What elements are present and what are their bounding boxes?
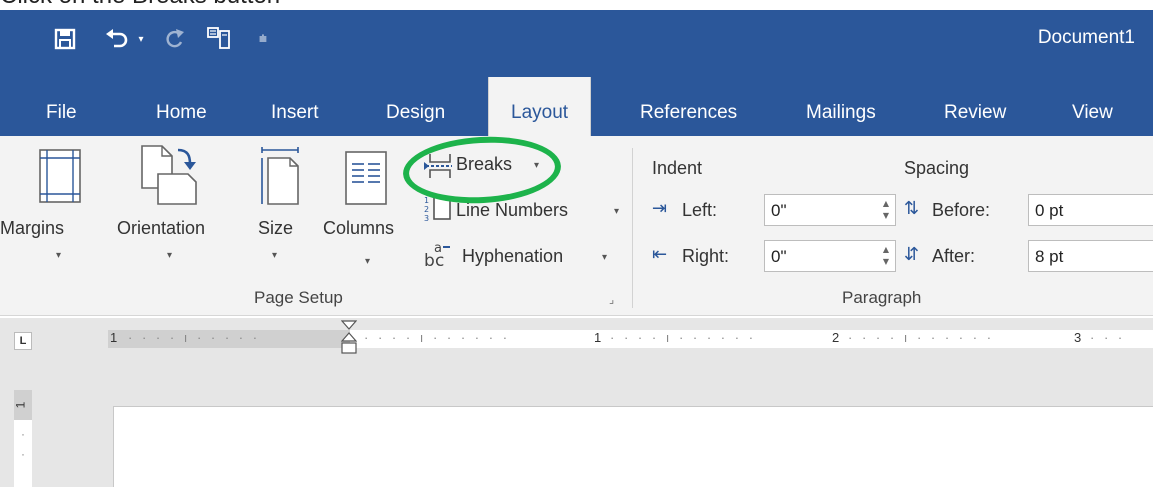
spacing-after-input[interactable]: 8 pt: [1028, 240, 1153, 272]
ruler-ticks: · · · · ı · · · · · ·: [848, 330, 995, 345]
hyphenation-label: Hyphenation: [462, 246, 564, 266]
spacing-after-value: 8 pt: [1035, 247, 1064, 266]
tab-home[interactable]: Home: [156, 102, 207, 124]
svg-text:3: 3: [424, 214, 429, 222]
indent-marker-icon[interactable]: [341, 320, 357, 364]
ruler-ticks: · · · · ı · · · · · ·: [610, 330, 757, 345]
hyphenation-icon: b c a: [424, 241, 450, 268]
hyphenation-dropdown-icon: ▾: [602, 252, 608, 263]
horizontal-ruler: L 1 · · · · ı · · · · · · · · · ı · · · …: [0, 318, 1153, 370]
ribbon-tabs: File Home Insert Design Layout Reference…: [0, 70, 1153, 137]
redo-icon[interactable]: [162, 24, 188, 54]
instruction-text: Click on the Breaks button: [0, 0, 280, 10]
indent-right-spinner-icon[interactable]: ▲ ▼: [883, 244, 889, 268]
indent-left-label: Left:: [682, 200, 718, 220]
size-label: Size: [258, 218, 294, 238]
columns-icon: [345, 151, 387, 205]
spacing-before-value: 0 pt: [1035, 201, 1064, 220]
document-page[interactable]: [113, 406, 1153, 487]
undo-icon[interactable]: [104, 24, 130, 54]
title-bar: ▾ ⩧ Document1: [0, 10, 1153, 70]
tab-insert[interactable]: Insert: [271, 102, 319, 124]
spacing-heading: Spacing: [904, 158, 970, 178]
paragraph-group-label: Paragraph: [842, 288, 922, 307]
size-dropdown-icon: ▾: [272, 250, 278, 261]
ruler-number: 2: [832, 330, 840, 345]
orientation-icon: [141, 145, 197, 205]
spacing-before-label: Before:: [932, 200, 991, 220]
margins-icon: [39, 149, 81, 203]
ruler-ticks: · · ·: [1090, 330, 1126, 345]
indent-right-label: Right:: [682, 246, 730, 266]
tab-file[interactable]: File: [46, 102, 77, 124]
page-setup-group-label: Page Setup: [254, 288, 343, 307]
indent-left-icon: ⇥: [652, 198, 668, 219]
touch-mode-icon[interactable]: [206, 24, 234, 54]
vertical-ruler-ticks: · ·: [21, 427, 25, 461]
customize-qat-icon[interactable]: ⩧: [256, 24, 270, 54]
tab-selector[interactable]: L: [14, 332, 32, 350]
document-title: Document1: [1037, 27, 1135, 48]
size-icon: [261, 147, 299, 205]
indent-left-input[interactable]: 0" ▲ ▼: [764, 194, 896, 226]
spacing-after-icon: ⇵: [904, 244, 920, 265]
margins-label: Margins: [0, 218, 65, 238]
orientation-dropdown-icon: ▾: [167, 250, 173, 261]
group-divider: [632, 148, 633, 308]
indent-right-icon: ⇤: [652, 244, 668, 265]
ruler-number: 1: [110, 330, 118, 345]
indent-heading: Indent: [652, 158, 703, 178]
columns-dropdown-icon: ▾: [365, 256, 371, 267]
ruler-ticks: · · · · ı · · · · · ·: [364, 330, 511, 345]
page-setup-dialog-launcher-icon[interactable]: ⌟: [609, 293, 614, 306]
spacing-before-icon: ⇅: [904, 198, 920, 219]
svg-text:2: 2: [424, 205, 429, 214]
line-numbers-dropdown-icon: ▾: [614, 206, 620, 217]
spacing-before-input[interactable]: 0 pt: [1028, 194, 1153, 226]
svg-text:a: a: [434, 241, 442, 256]
undo-dropdown-icon[interactable]: ▾: [134, 24, 148, 54]
ruler-ticks: · · · · ı · · · · ·: [128, 330, 261, 345]
orientation-label: Orientation: [117, 218, 206, 238]
tab-review[interactable]: Review: [944, 102, 1006, 124]
svg-text:1: 1: [424, 196, 429, 205]
document-canvas: 1 · ·: [0, 370, 1153, 487]
indent-left-value: 0": [771, 201, 787, 220]
tab-references[interactable]: References: [640, 102, 737, 124]
indent-right-value: 0": [771, 247, 787, 266]
spacing-after-label: After:: [932, 246, 976, 266]
tab-layout[interactable]: Layout: [488, 77, 592, 137]
margins-dropdown-icon: ▾: [56, 250, 62, 261]
indent-right-input[interactable]: 0" ▲ ▼: [764, 240, 896, 272]
ribbon-layout: Margins ▾ Orientation ▾ Size ▾ Columns ▾…: [0, 136, 1153, 316]
tab-mailings[interactable]: Mailings: [806, 102, 876, 124]
tab-design[interactable]: Design: [386, 102, 445, 124]
vertical-ruler-number: 1: [13, 401, 28, 409]
indent-left-spinner-icon[interactable]: ▲ ▼: [883, 198, 889, 222]
save-icon[interactable]: [50, 24, 80, 54]
tab-view[interactable]: View: [1072, 102, 1113, 124]
ruler-number: 3: [1074, 330, 1082, 345]
columns-label: Columns: [323, 218, 395, 238]
ruler-number: 1: [594, 330, 602, 345]
